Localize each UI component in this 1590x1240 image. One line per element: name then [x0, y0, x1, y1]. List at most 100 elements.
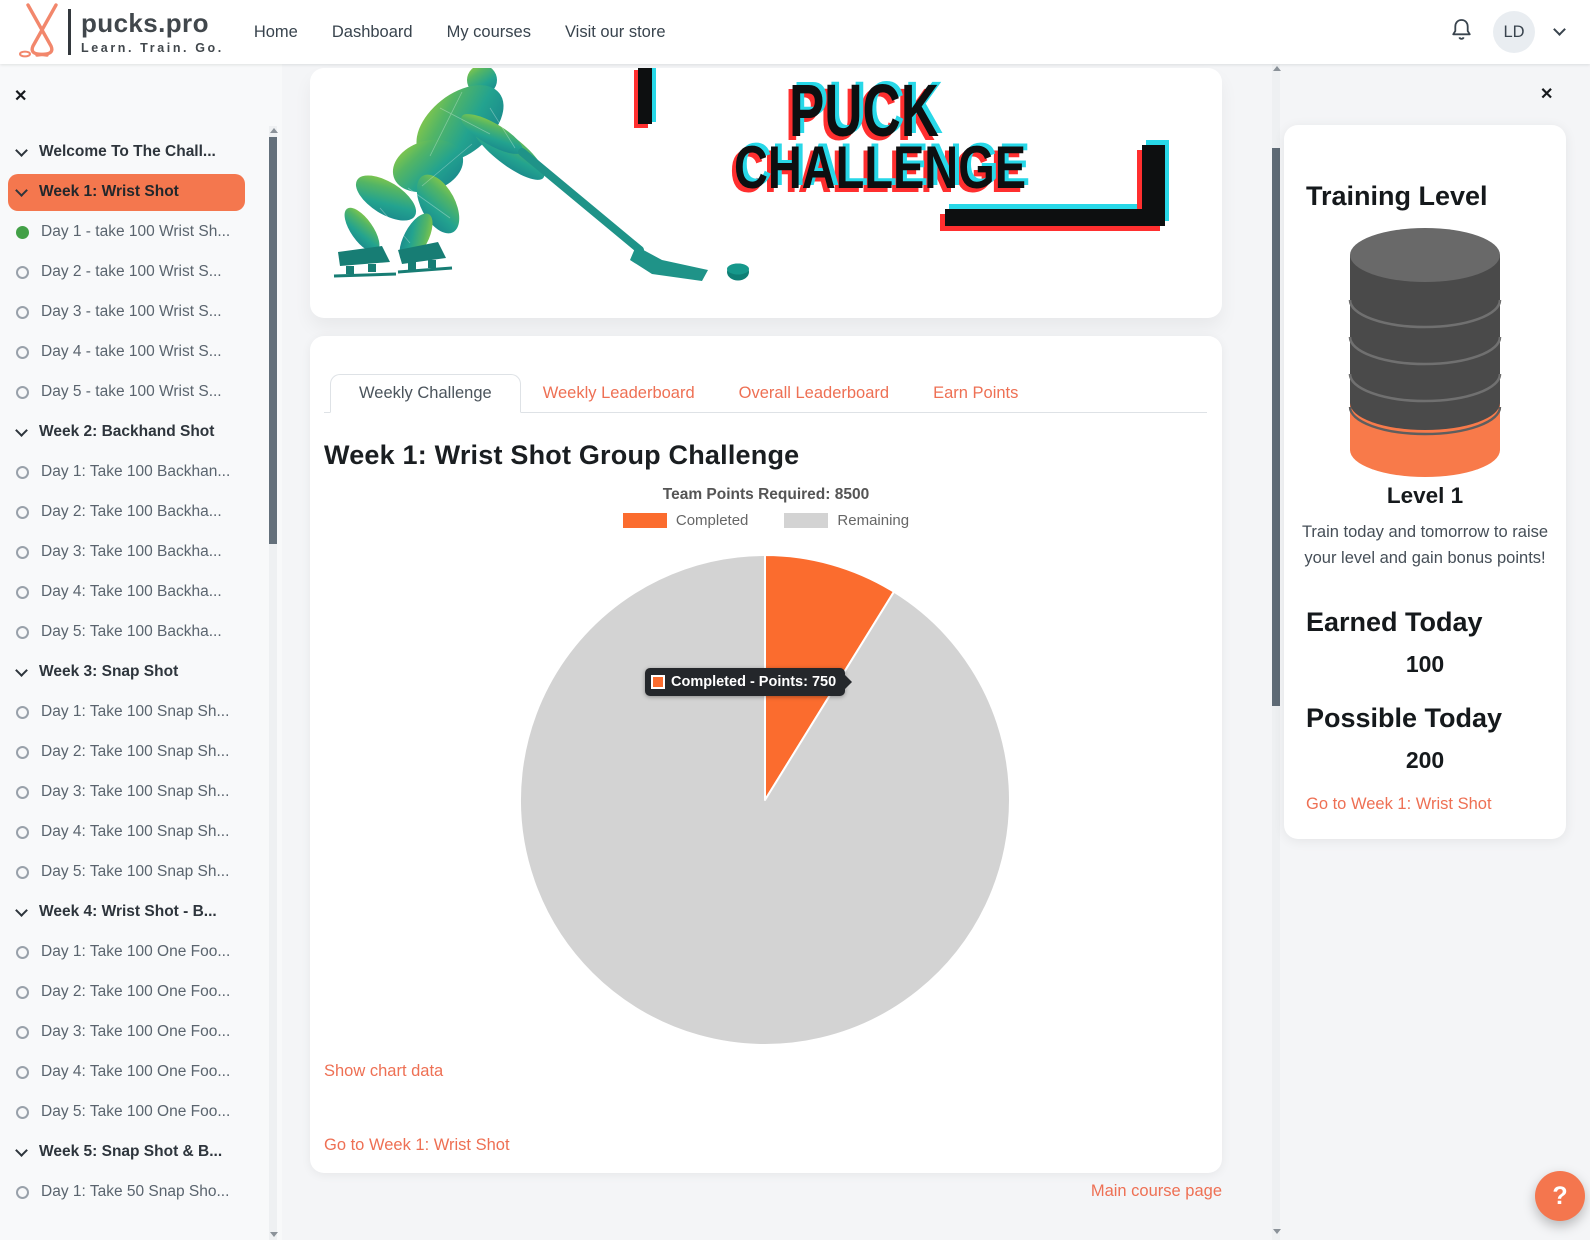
incomplete-circle-icon	[16, 586, 29, 599]
incomplete-circle-icon	[16, 786, 29, 799]
incomplete-circle-icon	[16, 706, 29, 719]
tooltip-swatch-icon	[651, 675, 665, 689]
course-index-label: Day 1: Take 100 Snap Sh...	[41, 703, 229, 721]
sidebar-scrollbar[interactable]	[269, 137, 277, 544]
course-index-activity[interactable]: Day 5: Take 100 Backha...	[0, 612, 264, 652]
legend-item-completed[interactable]: Completed	[623, 512, 749, 529]
course-index-label: Day 4: Take 100 Backha...	[41, 583, 222, 601]
hero-banner-card: PUCK PUCK PUCK CHALLENGE CHALLENGE CHALL…	[310, 68, 1222, 318]
scroll-down-arrow-icon[interactable]	[270, 1232, 278, 1237]
course-index-label: Day 1: Take 100 One Foo...	[41, 943, 230, 961]
close-icon[interactable]: ✕	[14, 86, 27, 106]
course-index-activity[interactable]: Day 4: Take 100 Backha...	[0, 572, 264, 612]
course-index-label: Day 1: Take 100 Backhan...	[41, 463, 230, 481]
blocks-drawer: ✕ Training Level Level 1 Train today and…	[1282, 64, 1590, 1240]
training-level-value: Level 1	[1284, 483, 1566, 509]
legend-item-remaining[interactable]: Remaining	[784, 512, 909, 529]
notification-bell-icon[interactable]	[1450, 17, 1473, 47]
course-index-activity[interactable]: Day 3: Take 100 One Foo...	[0, 1012, 264, 1052]
course-index-label: Day 3: Take 100 One Foo...	[41, 1023, 230, 1041]
chart-legend: Completed Remaining	[310, 512, 1222, 529]
course-index-activity[interactable]: Day 1: Take 50 Snap Sho...	[0, 1172, 264, 1212]
course-index-activity[interactable]: Day 3: Take 100 Snap Sh...	[0, 772, 264, 812]
brand-divider	[68, 9, 71, 55]
incomplete-circle-icon	[16, 306, 29, 319]
course-index-section[interactable]: Week 1: Wrist Shot	[8, 174, 245, 211]
course-index-label: Day 2: Take 100 Snap Sh...	[41, 743, 229, 761]
scroll-up-arrow-icon[interactable]	[270, 128, 278, 133]
course-index-activity[interactable]: Day 1 - take 100 Wrist Sh...	[0, 212, 264, 252]
course-index-list: Welcome To The Chall...Week 1: Wrist Sho…	[0, 132, 264, 1212]
chevron-down-icon	[15, 144, 28, 157]
training-level-cylinder-icon	[1345, 225, 1505, 490]
go-to-week-link[interactable]: Go to Week 1: Wrist Shot	[324, 1136, 510, 1155]
course-index-activity[interactable]: Day 3: Take 100 Backha...	[0, 532, 264, 572]
nav-item-my-courses[interactable]: My courses	[447, 23, 531, 42]
brand-logo[interactable]: pucks.pro Learn. Train. Go.	[16, 2, 224, 63]
course-index-activity[interactable]: Day 2: Take 100 One Foo...	[0, 972, 264, 1012]
drawer-go-to-week-link[interactable]: Go to Week 1: Wrist Shot	[1306, 795, 1492, 814]
course-index-label: Day 1: Take 50 Snap Sho...	[41, 1183, 229, 1201]
course-index-label: Day 2: Take 100 One Foo...	[41, 983, 230, 1001]
course-index-activity[interactable]: Day 2 - take 100 Wrist S...	[0, 252, 264, 292]
course-index-activity[interactable]: Day 1: Take 100 Backhan...	[0, 452, 264, 492]
nav-item-dashboard[interactable]: Dashboard	[332, 23, 413, 42]
nav-item-home[interactable]: Home	[254, 23, 298, 42]
incomplete-circle-icon	[16, 1026, 29, 1039]
main-course-page-link[interactable]: Main course page	[1091, 1182, 1222, 1201]
course-index-activity[interactable]: Day 4 - take 100 Wrist S...	[0, 332, 264, 372]
course-index-sidebar: ✕ Welcome To The Chall...Week 1: Wrist S…	[0, 64, 282, 1240]
course-index-section[interactable]: Welcome To The Chall...	[0, 132, 264, 172]
earned-today-value: 100	[1284, 651, 1566, 678]
pie-slice-remaining	[520, 555, 1010, 1045]
training-level-title: Training Level	[1306, 181, 1488, 212]
tab-earn-points[interactable]: Earn Points	[933, 374, 1018, 412]
svg-text:CHALLENGE: CHALLENGE	[734, 134, 1026, 201]
close-icon[interactable]: ✕	[1540, 84, 1553, 104]
course-index-activity[interactable]: Day 4: Take 100 One Foo...	[0, 1052, 264, 1092]
course-index-label: Day 3: Take 100 Backha...	[41, 543, 222, 561]
incomplete-circle-icon	[16, 266, 29, 279]
course-index-label: Day 4 - take 100 Wrist S...	[41, 343, 222, 361]
course-index-activity[interactable]: Day 2: Take 100 Snap Sh...	[0, 732, 264, 772]
nav-item-visit-store[interactable]: Visit our store	[565, 23, 666, 42]
incomplete-circle-icon	[16, 946, 29, 959]
course-index-section[interactable]: Week 4: Wrist Shot - B...	[0, 892, 264, 932]
incomplete-circle-icon	[16, 506, 29, 519]
course-index-label: Day 5: Take 100 One Foo...	[41, 1103, 230, 1121]
avatar[interactable]: LD	[1493, 11, 1535, 53]
challenge-heading: Week 1: Wrist Shot Group Challenge	[324, 440, 799, 471]
hockey-player-art	[334, 68, 749, 281]
help-button[interactable]: ?	[1535, 1171, 1585, 1221]
course-index-label: Week 3: Snap Shot	[39, 663, 178, 681]
course-index-section[interactable]: Week 2: Backhand Shot	[0, 412, 264, 452]
hero-title: PUCK PUCK PUCK CHALLENGE CHALLENGE CHALL…	[730, 68, 1030, 205]
puck-challenge-hero-art: PUCK PUCK PUCK CHALLENGE CHALLENGE CHALL…	[310, 68, 1222, 318]
pie-chart[interactable]	[515, 550, 1015, 1050]
course-index-label: Day 3 - take 100 Wrist S...	[41, 303, 222, 321]
main-scrollbar[interactable]	[1272, 148, 1280, 706]
possible-today-value: 200	[1284, 747, 1566, 774]
course-index-section[interactable]: Week 5: Snap Shot & B...	[0, 1132, 264, 1172]
course-index-section[interactable]: Week 3: Snap Shot	[0, 652, 264, 692]
tab-weekly-challenge[interactable]: Weekly Challenge	[330, 374, 521, 413]
course-index-label: Day 2: Take 100 Backha...	[41, 503, 222, 521]
chevron-down-icon[interactable]	[1553, 23, 1566, 36]
show-chart-data-link[interactable]: Show chart data	[324, 1062, 443, 1081]
scroll-down-arrow-icon[interactable]	[1273, 1229, 1281, 1234]
incomplete-circle-icon	[16, 746, 29, 759]
course-index-activity[interactable]: Day 1: Take 100 One Foo...	[0, 932, 264, 972]
scroll-up-arrow-icon[interactable]	[1273, 66, 1281, 71]
course-index-activity[interactable]: Day 4: Take 100 Snap Sh...	[0, 812, 264, 852]
tab-overall-leaderboard[interactable]: Overall Leaderboard	[739, 374, 889, 412]
course-index-label: Day 5: Take 100 Backha...	[41, 623, 222, 641]
course-index-activity[interactable]: Day 1: Take 100 Snap Sh...	[0, 692, 264, 732]
course-index-activity[interactable]: Day 5: Take 100 One Foo...	[0, 1092, 264, 1132]
course-index-activity[interactable]: Day 2: Take 100 Backha...	[0, 492, 264, 532]
tab-weekly-leaderboard[interactable]: Weekly Leaderboard	[543, 374, 695, 412]
course-index-activity[interactable]: Day 5: Take 100 Snap Sh...	[0, 852, 264, 892]
course-index-activity[interactable]: Day 5 - take 100 Wrist S...	[0, 372, 264, 412]
course-index-label: Day 1 - take 100 Wrist Sh...	[41, 223, 230, 241]
course-index-activity[interactable]: Day 3 - take 100 Wrist S...	[0, 292, 264, 332]
incomplete-circle-icon	[16, 346, 29, 359]
